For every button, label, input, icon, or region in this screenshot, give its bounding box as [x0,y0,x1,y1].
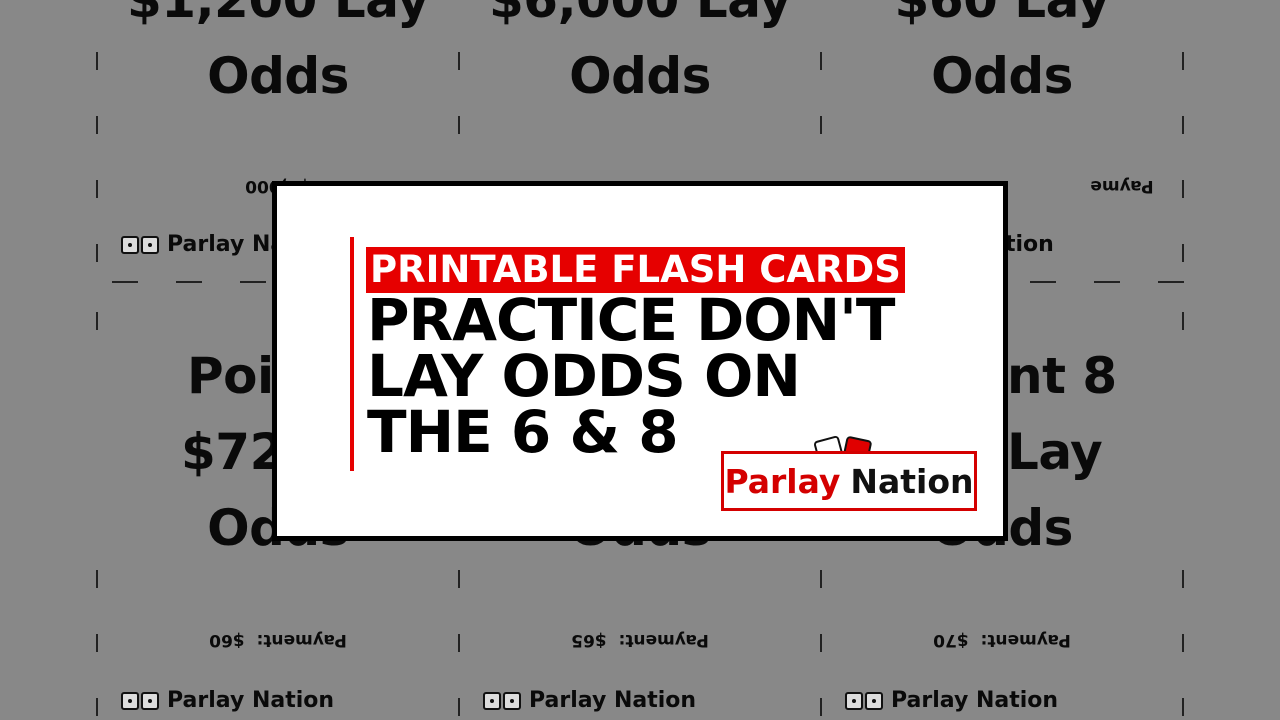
dice-icon [121,235,159,254]
dice-icon [121,691,159,710]
card-payment-label: Payment: [980,630,1071,650]
logo-part-2: Nation [850,461,974,501]
card-line: $60 Lay [894,0,1110,29]
card-footer-label: Parlay Nation [891,688,1059,713]
cut-mark [96,52,98,70]
cut-mark [96,698,98,716]
cut-mark [820,52,822,70]
cut-mark [458,52,460,70]
cut-mark [820,116,822,134]
cut-mark [1182,180,1184,198]
cut-mark [1182,52,1184,70]
cut-mark [96,312,98,330]
headline: PRACTICE DON'T LAY ODDS ON THE 6 & 8 [367,286,895,466]
card-line: Odds [207,47,349,105]
cut-mark [458,634,460,652]
card-payment-label: Payment: [256,630,347,650]
cut-mark [1182,312,1184,330]
cut-mark [96,116,98,134]
card-payment-value: $65 [571,630,607,650]
accent-bar [350,237,354,471]
card-payment: Payment: $60 [97,630,459,650]
cut-mark [458,698,460,716]
cut-mark [240,281,266,283]
card-footer: Parlay Nation [483,688,696,713]
card-footer-label: Parlay Nation [167,688,335,713]
cut-mark [1182,634,1184,652]
card-line: Odds [569,47,711,105]
card-payment: Payment: $70 [821,630,1183,650]
cut-mark [458,570,460,588]
cut-mark [1182,244,1184,262]
card-footer: Parlay Nation [121,688,334,713]
cut-mark [1094,281,1120,283]
brand-logo: Parlay Nation [721,451,977,511]
card-line: Odds [931,47,1073,105]
card-payment-label: Payment: [618,630,709,650]
card-payment-value: $60 [209,630,245,650]
cut-mark [820,570,822,588]
card-line: $6,000 Lay [488,0,792,29]
cut-mark [176,281,202,283]
cut-mark [458,116,460,134]
card-line: $1,200 Lay [126,0,430,29]
cut-mark [1182,570,1184,588]
cut-mark [1182,698,1184,716]
cut-mark [96,570,98,588]
cut-mark [112,281,138,283]
cut-mark [820,634,822,652]
card-payment: Payment: $65 [459,630,821,650]
title-overlay: PRINTABLE FLASH CARDS PRACTICE DON'T LAY… [272,181,1008,541]
cut-mark [96,244,98,262]
card-footer-label: Parlay Nation [529,688,697,713]
cut-mark [1182,116,1184,134]
card-payment-value: $70 [933,630,969,650]
dice-icon [483,691,521,710]
cut-mark [96,180,98,198]
cut-mark [1030,281,1056,283]
card-footer: tion [1005,232,1054,257]
logo-part-1: Parlay [724,461,841,501]
cut-mark [1158,281,1184,283]
dice-icon [845,691,883,710]
card-footer: Parlay Nation [845,688,1058,713]
card-footer-label: tion [1005,232,1054,257]
cut-mark [820,698,822,716]
card-footer: Parlay Nat [121,232,296,257]
cut-mark [96,634,98,652]
